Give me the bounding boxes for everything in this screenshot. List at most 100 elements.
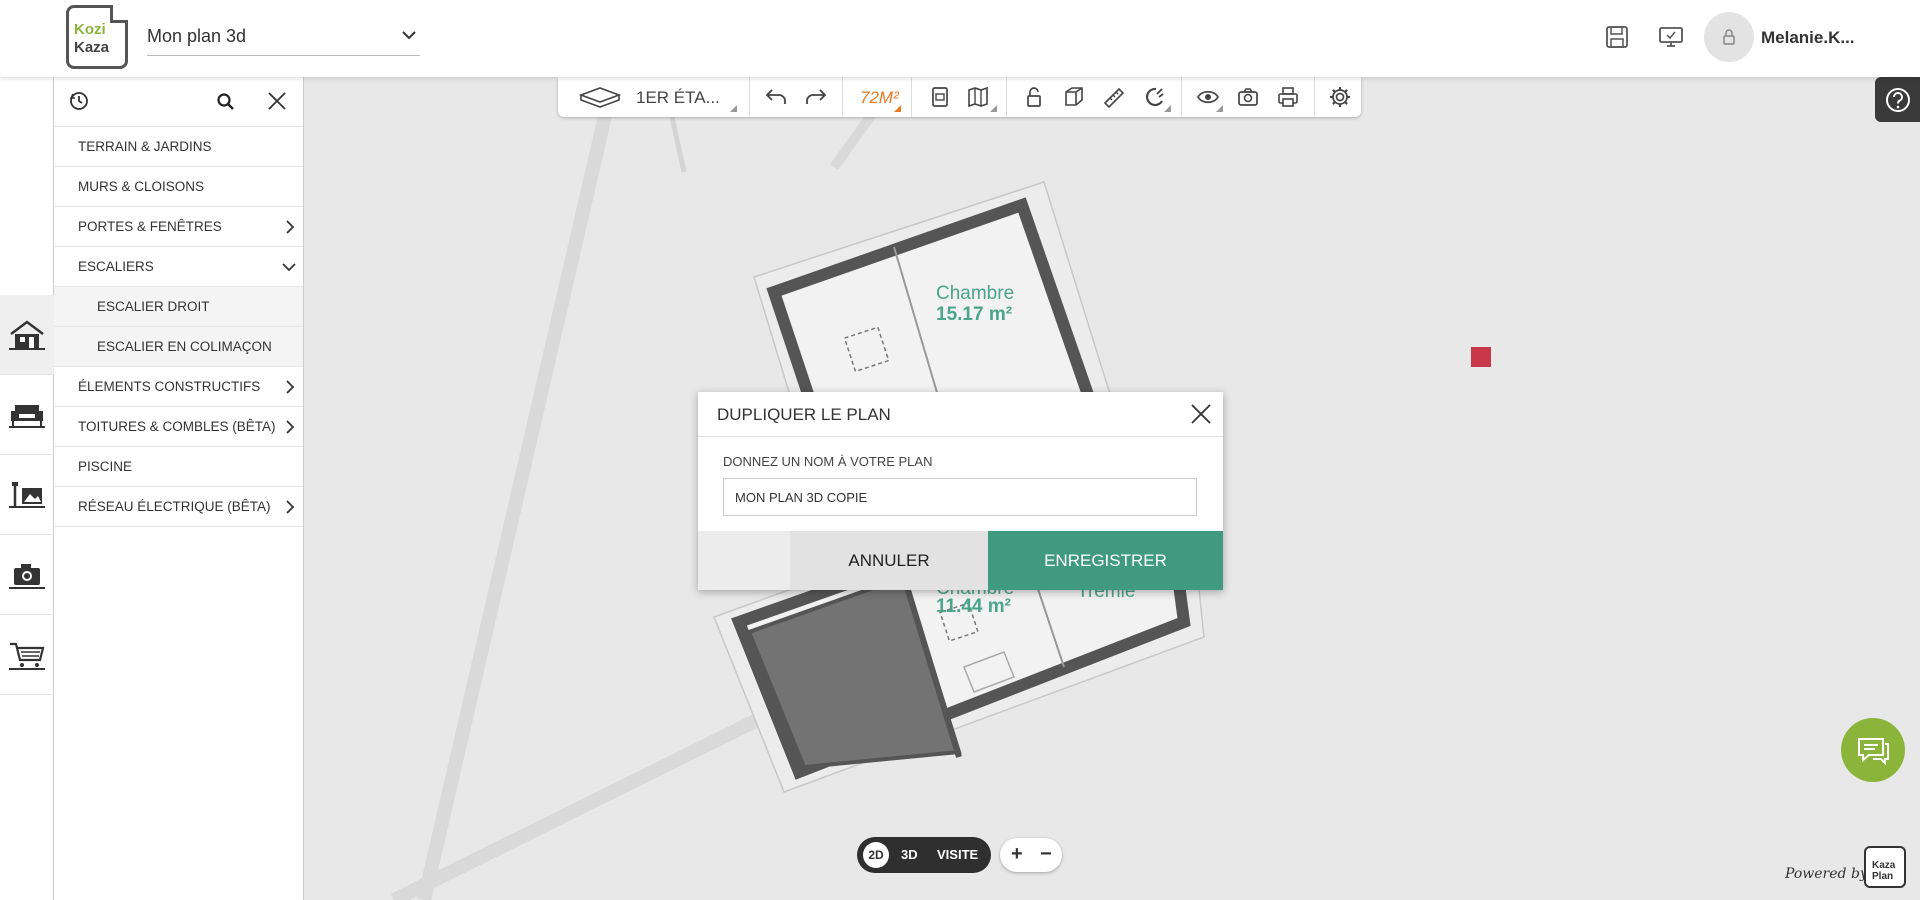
view-visit-button[interactable]: VISITE bbox=[937, 847, 978, 862]
sidebar-item-label: RÉSEAU ÉLECTRIQUE (BÊTA) bbox=[78, 499, 271, 514]
logo-corner bbox=[110, 5, 128, 23]
sidebar-item-portes[interactable]: PORTES & FENÊTRES bbox=[54, 207, 303, 247]
sidebar-item-toitures[interactable]: TOITURES & COMBLES (BÊTA) bbox=[54, 407, 303, 447]
room-name: Chambre bbox=[936, 283, 1014, 304]
zoom-controls: + − bbox=[1000, 838, 1062, 872]
duplicate-plan-dialog: DUPLIQUER LE PLAN DONNEZ UN NOM À VOTRE … bbox=[698, 392, 1223, 590]
house-icon bbox=[9, 319, 45, 350]
room-area: 11.44 m² bbox=[936, 596, 1011, 617]
sidebar-item-label: ESCALIER DROIT bbox=[97, 299, 210, 314]
sidebar-item-label: TERRAIN & JARDINS bbox=[78, 139, 212, 154]
cube-icon[interactable] bbox=[1062, 85, 1086, 109]
save-button[interactable]: ENREGISTRER bbox=[988, 531, 1223, 590]
ruler-icon[interactable] bbox=[1102, 85, 1126, 109]
toolbar-divider bbox=[1314, 77, 1315, 117]
magnet-icon[interactable] bbox=[1142, 85, 1166, 109]
chevron-right-icon bbox=[283, 219, 297, 238]
dropdown-corner-icon bbox=[894, 105, 901, 112]
app-header: Kozi Kaza Mon plan 3d Melanie.K... bbox=[0, 0, 1920, 77]
history-icon[interactable] bbox=[68, 90, 90, 117]
close-icon[interactable] bbox=[1190, 403, 1212, 430]
logo-text-bottom: Kaza bbox=[74, 39, 110, 56]
sidebar-item-label: PISCINE bbox=[78, 459, 133, 474]
gear-icon[interactable] bbox=[1328, 85, 1352, 109]
view-2d-button[interactable]: 2D bbox=[863, 842, 889, 868]
map-icon[interactable] bbox=[966, 85, 990, 109]
dropdown-corner-icon bbox=[990, 105, 997, 112]
toolbar-divider bbox=[1006, 77, 1007, 117]
chat-icon bbox=[1858, 738, 1889, 766]
help-button[interactable] bbox=[1875, 77, 1920, 122]
zoom-in-button[interactable]: + bbox=[1011, 843, 1023, 866]
print-icon[interactable] bbox=[1276, 85, 1300, 109]
cart-icon bbox=[9, 642, 45, 670]
toolbar-divider bbox=[842, 77, 843, 117]
view-3d-button[interactable]: 3D bbox=[901, 847, 918, 862]
camera-icon[interactable] bbox=[1236, 85, 1260, 109]
help-icon bbox=[1885, 87, 1910, 112]
sidebar-item-label: ESCALIER EN COLIMAÇON bbox=[97, 339, 272, 354]
sidebar-item-label: TOITURES & COMBLES (BÊTA) bbox=[78, 419, 276, 434]
sidebar-item-elements[interactable]: ÉLEMENTS CONSTRUCTIFS bbox=[54, 367, 303, 407]
floor-icon[interactable] bbox=[578, 85, 622, 109]
kazaplan-logo-top: Kaza bbox=[1872, 860, 1896, 871]
search-icon[interactable] bbox=[216, 92, 236, 117]
sidebar-item-murs[interactable]: MURS & CLOISONS bbox=[54, 167, 303, 207]
dropdown-corner-icon bbox=[730, 105, 737, 112]
undo-icon[interactable] bbox=[764, 85, 788, 109]
rail-item-shopping[interactable] bbox=[0, 615, 54, 695]
view-mode-toggle: 2D 3D VISITE bbox=[857, 837, 991, 873]
cancel-button[interactable]: ANNULER bbox=[790, 531, 988, 590]
toolbar-divider bbox=[749, 77, 750, 117]
dropdown-corner-icon bbox=[1216, 105, 1223, 112]
dialog-title: DUPLIQUER LE PLAN bbox=[717, 405, 891, 424]
toolbar-divider bbox=[1181, 77, 1182, 117]
zoom-out-button[interactable]: − bbox=[1040, 843, 1052, 866]
sidebar-item-label: MURS & CLOISONS bbox=[78, 179, 205, 194]
plan-name: Mon plan 3d bbox=[147, 26, 247, 46]
save-icon[interactable] bbox=[1602, 22, 1632, 52]
room-area: 15.17 m² bbox=[936, 304, 1012, 325]
chevron-right-icon bbox=[283, 379, 297, 398]
chat-button[interactable] bbox=[1841, 718, 1905, 782]
screen-share-icon[interactable] bbox=[1656, 22, 1686, 52]
sidebar-item-escalier-colimacon[interactable]: ESCALIER EN COLIMAÇON bbox=[54, 327, 303, 367]
rail-item-photo[interactable] bbox=[0, 535, 54, 615]
kazaplan-logo[interactable]: Kaza Plan bbox=[1864, 846, 1906, 888]
chevron-right-icon bbox=[283, 419, 297, 438]
username[interactable]: Melanie.K... bbox=[1761, 28, 1855, 48]
dropdown-corner-icon bbox=[1164, 105, 1171, 112]
decoration-icon bbox=[9, 481, 45, 508]
tool-rail bbox=[0, 77, 61, 900]
close-icon[interactable] bbox=[266, 90, 288, 117]
floor-selector[interactable]: 1ER ÉTA... bbox=[636, 88, 720, 108]
sidebar-item-label: PORTES & FENÊTRES bbox=[78, 219, 222, 234]
plan-name-input[interactable] bbox=[723, 478, 1197, 516]
dialog-footer: ANNULER ENREGISTRER bbox=[698, 531, 1223, 590]
sidebar-item-reseau[interactable]: RÉSEAU ÉLECTRIQUE (BÊTA) bbox=[54, 487, 303, 527]
unlock-icon[interactable] bbox=[1022, 85, 1046, 109]
sidebar-item-terrain[interactable]: TERRAIN & JARDINS bbox=[54, 127, 303, 167]
redo-icon[interactable] bbox=[804, 85, 828, 109]
camera-icon bbox=[9, 563, 45, 589]
sidebar-item-piscine[interactable]: PISCINE bbox=[54, 447, 303, 487]
lock-icon bbox=[1723, 29, 1735, 45]
plan-toolbar: 1ER ÉTA... 72M² bbox=[558, 77, 1361, 117]
document-icon[interactable] bbox=[928, 85, 952, 109]
chevron-down-icon bbox=[400, 26, 418, 49]
dialog-header: DUPLIQUER LE PLAN bbox=[698, 392, 1223, 437]
rail-item-house[interactable] bbox=[0, 295, 54, 375]
chevron-right-icon bbox=[283, 499, 297, 518]
total-area[interactable]: 72M² bbox=[860, 88, 899, 108]
kazaplan-logo-bottom: Plan bbox=[1872, 871, 1894, 882]
rail-item-furniture[interactable] bbox=[0, 375, 54, 455]
chevron-down-icon bbox=[281, 259, 297, 278]
avatar[interactable] bbox=[1704, 12, 1754, 62]
plan-select[interactable]: Mon plan 3d bbox=[147, 22, 420, 56]
catalog-panel: TERRAIN & JARDINS MURS & CLOISONS PORTES… bbox=[54, 77, 304, 900]
kozikaza-logo[interactable]: Kozi Kaza bbox=[66, 5, 128, 69]
sidebar-item-escaliers[interactable]: ESCALIERS bbox=[54, 247, 303, 287]
powered-by-text: Powered by bbox=[1785, 866, 1868, 882]
rail-item-decoration[interactable] bbox=[0, 455, 54, 535]
sidebar-item-escalier-droit[interactable]: ESCALIER DROIT bbox=[54, 287, 303, 327]
